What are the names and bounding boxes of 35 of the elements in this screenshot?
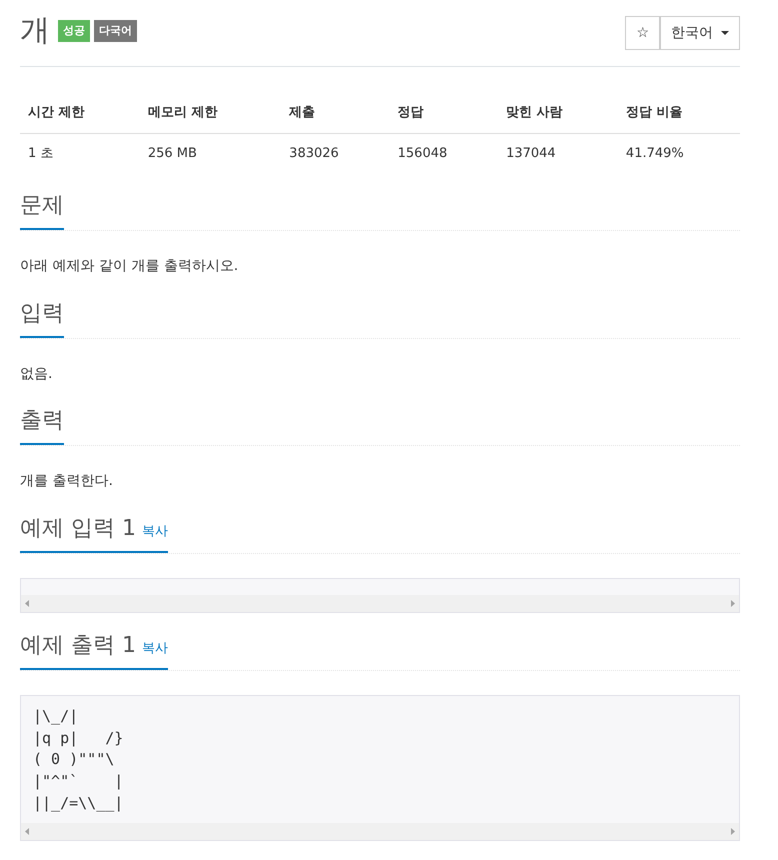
scrollbar[interactable] [21,594,739,612]
section-title: 문제 [20,193,64,218]
column-header: 맞힌 사람 [498,83,618,133]
scrollbar[interactable] [21,822,739,840]
table-cell: 156048 [390,133,498,173]
section-text: 없음. [20,364,54,384]
section-title: 입력 [20,300,64,326]
sample-output-text: |\_/| |q p| /} ( 0 )"""\ |"^"` | ||_/=\\__| [32,706,124,814]
table-cell: 1 초 [20,133,140,173]
column-header: 정답 [390,83,498,133]
caret-icon [721,31,729,35]
star-button[interactable]: ☆ [625,16,660,50]
section-title: 예제 출력 1 [20,632,136,658]
table-cell: 383026 [281,133,390,173]
copy-link[interactable]: 복사 [142,640,168,656]
table-cell: 256 MB [140,133,282,173]
scroll-left-icon[interactable] [25,828,29,835]
scroll-left-icon[interactable] [25,600,29,607]
problem-title: 개 [20,16,50,46]
section-title: 출력 [20,408,64,434]
table-cell: 137044 [498,133,618,173]
scroll-right-icon[interactable] [731,828,735,835]
table-cell: 41.749% [618,133,740,173]
column-header: 정답 비율 [618,83,740,133]
scroll-right-icon[interactable] [731,600,735,607]
section-title: 예제 입력 1 [20,516,136,541]
copy-link[interactable]: 복사 [142,524,168,539]
status-label: 성공 [58,20,90,42]
status-label: 다국어 [94,20,137,42]
column-header: 시간 제한 [20,83,140,133]
column-header: 메모리 제한 [140,83,282,133]
section-text: 아래 예제와 같이 개를 출력하시오. [20,257,240,276]
section-text: 개를 출력한다. [20,472,114,492]
column-header: 제출 [281,83,390,133]
language-dropdown[interactable]: 한국어 [660,16,740,50]
